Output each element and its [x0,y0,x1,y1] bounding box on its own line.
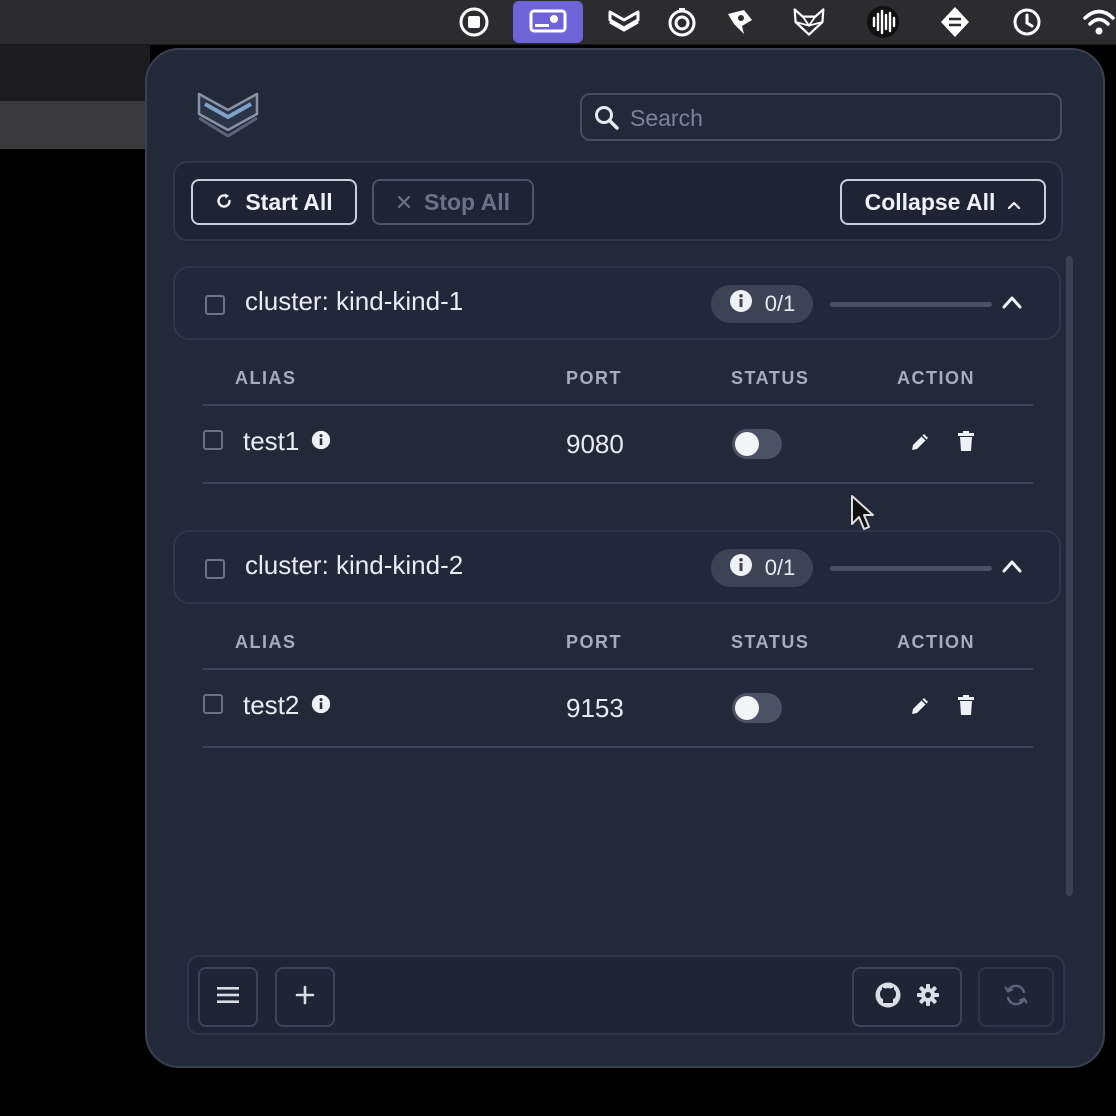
chevron-up-icon[interactable] [1001,558,1023,579]
fox-icon[interactable] [792,6,826,38]
pencil-icon[interactable] [909,695,931,722]
chevron-up-icon[interactable] [1001,294,1023,315]
status-badge: 0/1 [711,285,813,323]
github-icon [874,981,902,1014]
alias-cell: test2 [243,690,331,721]
search-input[interactable] [628,101,1052,135]
divider [203,404,1033,406]
cluster-name: cluster: kind-kind-2 [245,550,464,580]
scrollbar[interactable] [1066,256,1073,896]
trash-icon[interactable] [956,430,976,457]
collapse-all-label: Collapse All [864,188,996,215]
progress-bar [830,566,992,571]
toggle-knob [735,696,759,720]
kftray-popover: Start All Stop All Collapse All cluster:… [145,48,1105,1068]
kftray-logo-icon [195,88,261,149]
info-icon [729,289,753,319]
sync-button[interactable] [978,967,1054,1027]
cluster-checkbox[interactable] [205,559,225,579]
record-icon[interactable] [457,6,491,38]
chevron-up-icon [1007,189,1021,216]
start-all-label: Start All [245,188,333,215]
hamburger-icon [216,985,240,1010]
wifi-icon[interactable] [1082,6,1116,38]
background-window-bar [0,45,150,101]
gear-icon [916,983,940,1012]
footer-toolbar [187,955,1065,1035]
column-header-alias: ALIAS [235,632,297,652]
stop-all-label: Stop All [423,188,511,215]
info-icon[interactable] [311,690,331,721]
toggle-knob [735,432,759,456]
status-toggle[interactable] [732,693,782,723]
row-checkbox[interactable] [203,430,223,450]
refresh-icon [215,189,233,216]
cursor-icon [850,494,876,537]
status-toggle[interactable] [732,429,782,459]
progress-bar [830,302,992,307]
plus-icon [295,985,315,1010]
ui-active-icon[interactable] [513,1,583,43]
start-all-button[interactable]: Start All [191,179,357,225]
cluster-name: cluster: kind-kind-1 [245,286,464,316]
menu-button[interactable] [198,967,258,1027]
collapse-all-button[interactable]: Collapse All [840,179,1046,225]
column-header-status: STATUS [731,368,810,388]
alias-text: test2 [243,690,300,720]
divider [203,668,1033,670]
github-settings-button[interactable] [852,967,962,1027]
toolbar: Start All Stop All Collapse All [173,161,1063,241]
trash-icon[interactable] [956,694,976,721]
cluster-checkbox[interactable] [205,295,225,315]
search-icon [594,105,620,136]
badge-count: 0/1 [764,555,796,580]
menu-bar [0,0,1116,45]
time-machine-icon[interactable] [1010,6,1044,38]
stop-all-button[interactable]: Stop All [372,179,534,225]
info-icon [729,553,753,583]
divider [203,482,1033,484]
port-cell: 9080 [566,429,624,459]
kftray-icon[interactable] [607,6,641,38]
search-box [580,93,1062,141]
column-header-port: PORT [566,632,623,652]
pin-icon[interactable] [723,6,757,38]
sync-icon [1003,982,1029,1013]
badge-count: 0/1 [764,291,796,316]
column-header-alias: ALIAS [235,368,297,388]
info-icon[interactable] [311,426,331,457]
status-badge: 0/1 [711,549,813,587]
divider [203,746,1033,748]
alias-text: test1 [243,426,300,456]
cluster-header[interactable]: cluster: kind-kind-1 0/1 [173,266,1061,340]
alias-cell: test1 [243,426,331,457]
audio-icon[interactable] [866,6,900,38]
add-button[interactable] [275,967,335,1027]
close-icon [396,189,412,216]
background-window-tab [0,101,150,149]
port-cell: 9153 [566,693,624,723]
column-header-status: STATUS [731,632,810,652]
column-header-port: PORT [566,368,623,388]
pencil-icon[interactable] [909,431,931,458]
column-header-action: ACTION [897,632,975,652]
column-header-action: ACTION [897,368,975,388]
row-checkbox[interactable] [203,694,223,714]
cluster-header[interactable]: cluster: kind-kind-2 0/1 [173,530,1061,604]
package-icon[interactable] [938,6,972,38]
ring-icon[interactable] [665,6,699,38]
